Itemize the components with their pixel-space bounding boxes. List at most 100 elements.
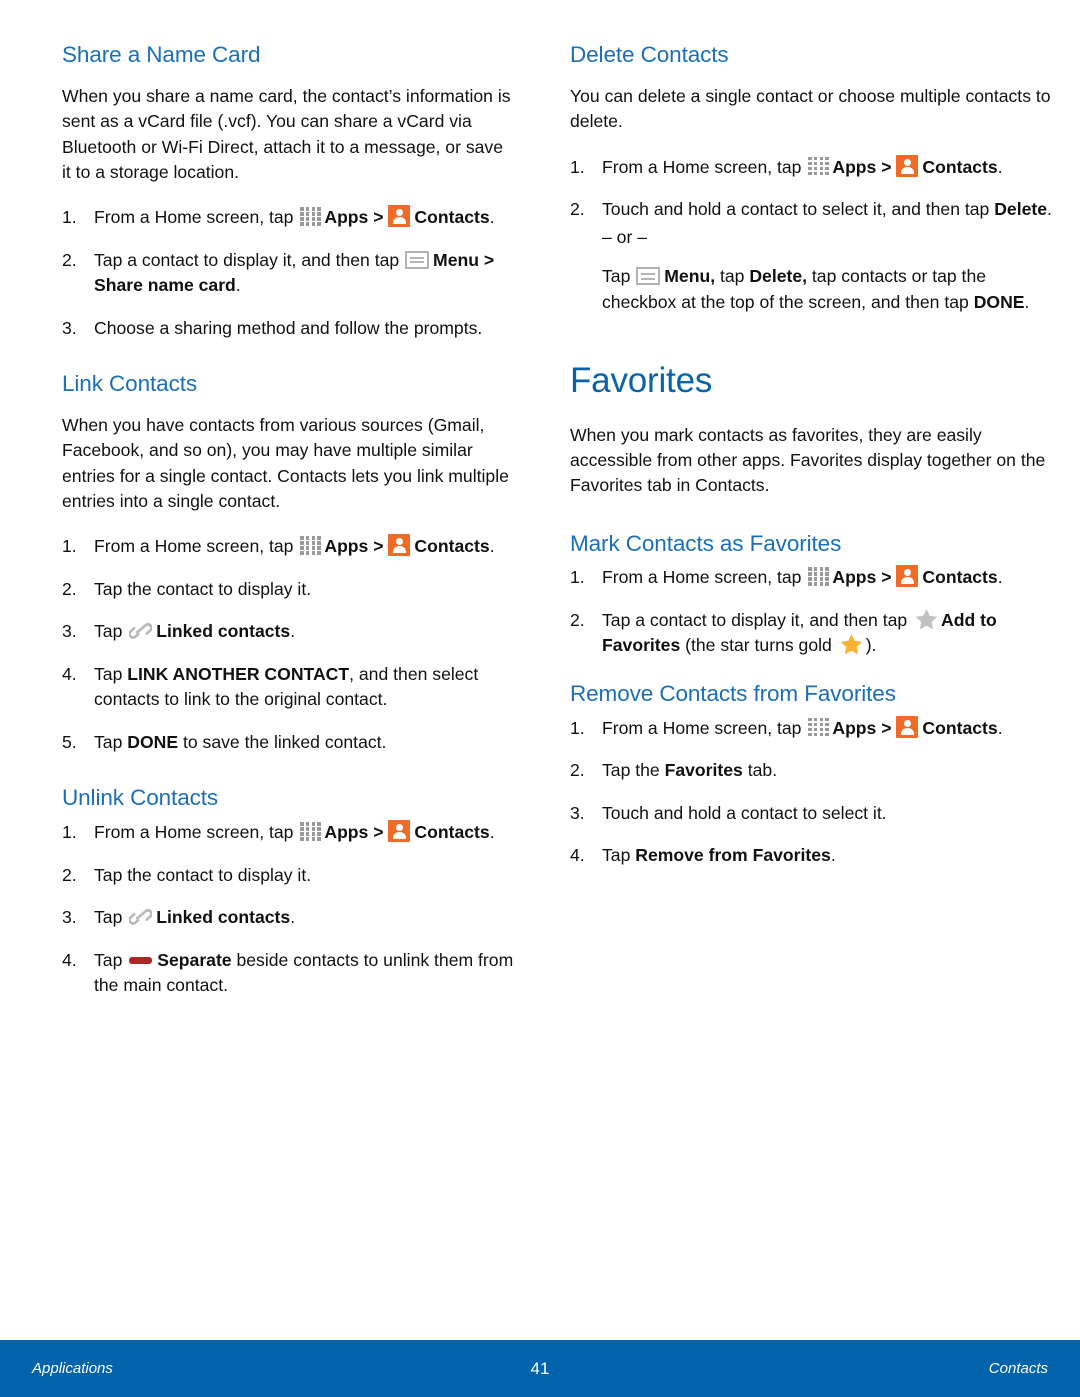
manual-page: Share a Name Card When you share a name … — [0, 0, 1080, 1397]
page-title-favorites: Favorites — [570, 361, 713, 401]
section-delete-contacts: Delete Contacts You can delete a single … — [570, 42, 1052, 315]
step-item: 3. Tap Linked contacts. — [62, 905, 514, 931]
step-text-pre: Tap — [94, 731, 128, 752]
paragraph-favorites-intro: When you mark contacts as favorites, the… — [570, 424, 1046, 496]
alt-step-mid1: tap — [715, 266, 750, 287]
step-number: 2. — [570, 609, 585, 630]
step-item: 2. Tap the Favorites tab. — [570, 758, 1052, 784]
step-number: 1. — [570, 717, 585, 738]
contacts-label: Contacts — [414, 536, 490, 557]
heading-link-contacts: Link Contacts — [62, 371, 198, 397]
apps-label: Apps — [324, 822, 369, 843]
contacts-label: Contacts — [414, 207, 490, 228]
step-text-post: . — [290, 621, 296, 642]
step-text-pre: From a Home screen, tap — [94, 207, 299, 228]
step-text-post: . — [489, 822, 495, 843]
linked-contacts-label: Linked contacts — [156, 621, 291, 642]
apps-grid-icon — [300, 822, 321, 841]
step-text-pre: From a Home screen, tap — [602, 717, 807, 738]
paragraph-link-contacts-intro: When you have contacts from various sour… — [62, 415, 509, 512]
step-number: 3. — [62, 907, 77, 928]
step-text-pre: Tap the — [602, 760, 665, 781]
step-item: 1. From a Home screen, tap Apps > Contac… — [62, 820, 514, 846]
contacts-app-icon — [388, 820, 411, 843]
left-column: Share a Name Card When you share a name … — [0, 42, 540, 999]
page-footer: Applications 41 Contacts — [0, 1340, 1080, 1397]
heading-remove-contacts-from-favorites: Remove Contacts from Favorites — [570, 680, 896, 706]
right-column: Delete Contacts You can delete a single … — [540, 42, 1080, 999]
star-gray-icon — [915, 608, 938, 630]
step-text-post: . — [830, 845, 836, 866]
step-number: 3. — [62, 621, 77, 642]
step-text-post: . — [997, 156, 1003, 177]
step-item: 2. Tap a contact to display it, and then… — [62, 248, 514, 299]
alt-step-post: . — [1024, 291, 1030, 312]
alternate-step: Tap Menu, tap Delete, tap contacts or ta… — [570, 264, 1052, 315]
step-number: 1. — [62, 536, 77, 557]
step-text-pre: Tap — [94, 663, 128, 684]
step-separator: > — [368, 822, 389, 843]
section-share-a-name-card: Share a Name Card When you share a name … — [62, 42, 514, 341]
apps-label: Apps — [832, 156, 877, 177]
step-text: Choose a sharing method and follow the p… — [94, 317, 483, 338]
step-text-post: . — [997, 717, 1003, 738]
apps-label: Apps — [832, 567, 877, 588]
step-item: 2. Tap the contact to display it. — [62, 863, 514, 889]
apps-label: Apps — [324, 536, 369, 557]
remove-from-favorites-label: Remove from Favorites — [635, 845, 831, 866]
step-text: Tap the contact to display it. — [94, 578, 312, 599]
step-text: Tap the contact to display it. — [94, 864, 312, 885]
step-emphasis: Delete — [994, 199, 1048, 220]
menu-icon — [636, 267, 661, 286]
menu-label: Menu, — [664, 266, 716, 287]
step-text-post: . — [489, 536, 495, 557]
step-number: 1. — [62, 207, 77, 228]
contacts-label: Contacts — [922, 717, 998, 738]
step-number: 1. — [570, 567, 585, 588]
paragraph-delete-contacts-intro: You can delete a single contact or choos… — [570, 85, 1051, 132]
paragraph-share-a-name-card-intro: When you share a name card, the contact’… — [62, 85, 511, 182]
step-number: 2. — [62, 578, 77, 599]
heading-mark-contacts-as-favorites: Mark Contacts as Favorites — [570, 530, 842, 556]
apps-grid-icon — [300, 207, 321, 226]
linked-contacts-label: Linked contacts — [156, 907, 291, 928]
footer-page-number: 41 — [530, 1358, 550, 1378]
footer-chapter-label: Contacts — [988, 1360, 1048, 1377]
step-text: Touch and hold a contact to select it. — [602, 802, 887, 823]
step-number: 4. — [62, 949, 77, 970]
step-item: 2. Tap a contact to display it, and then… — [570, 608, 1052, 659]
step-text-post: ). — [865, 635, 877, 656]
sub-spacer — [570, 659, 1052, 681]
chain-link-icon — [128, 621, 153, 641]
step-item: 1. From a Home screen, tap Apps > Contac… — [570, 715, 1052, 742]
step-number: 2. — [62, 864, 77, 885]
star-gold-icon — [840, 633, 863, 655]
steps-remove-favorites: 1. From a Home screen, tap Apps > Contac… — [570, 715, 1052, 869]
sub-spacer — [570, 519, 1052, 531]
step-item: 1. From a Home screen, tap Apps > Contac… — [570, 565, 1052, 591]
steps-share-a-name-card: 1. From a Home screen, tap Apps > Contac… — [62, 205, 514, 341]
step-number: 4. — [570, 845, 585, 866]
contacts-label: Contacts — [414, 822, 490, 843]
contacts-app-icon — [388, 205, 411, 228]
step-text-post: . — [290, 907, 296, 928]
section-link-contacts: Link Contacts When you have contacts fro… — [62, 371, 514, 755]
step-text-pre: Touch and hold a contact to select it, a… — [602, 199, 995, 220]
step-emphasis: Separate — [157, 949, 232, 970]
step-text-post: to save the linked contact. — [178, 731, 387, 752]
step-number: 2. — [570, 199, 585, 220]
contacts-label: Contacts — [922, 156, 998, 177]
steps-unlink-contacts: 1. From a Home screen, tap Apps > Contac… — [62, 820, 514, 999]
contacts-app-icon — [388, 534, 411, 557]
step-text-pre: Tap — [94, 621, 128, 642]
step-number: 1. — [62, 822, 77, 843]
step-text-pre: Tap — [94, 949, 128, 970]
contacts-label: Contacts — [922, 567, 998, 588]
step-text-pre: Tap — [94, 907, 128, 928]
heading-share-a-name-card: Share a Name Card — [62, 42, 261, 67]
step-text-pre: From a Home screen, tap — [94, 536, 299, 557]
step-emphasis: LINK ANOTHER CONTACT — [127, 663, 350, 684]
